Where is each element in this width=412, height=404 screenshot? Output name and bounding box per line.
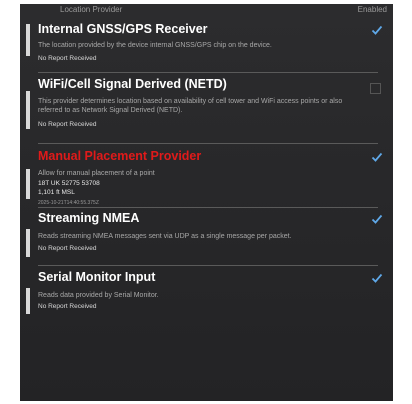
enabled-checkbox-checked-icon[interactable] xyxy=(371,151,383,163)
provider-description: Reads streaming NMEA messages sent via U… xyxy=(38,233,292,240)
provider-status: No Report Received xyxy=(38,121,97,128)
provider-bar xyxy=(26,91,30,129)
divider xyxy=(38,72,378,73)
provider-item-internal-gnss[interactable]: Internal GNSS/GPS Receiver The location … xyxy=(20,22,393,67)
enabled-checkbox-checked-icon[interactable] xyxy=(371,213,383,225)
provider-column-header: Location Provider xyxy=(60,5,123,14)
enabled-checkbox-unchecked-icon[interactable] xyxy=(370,83,381,94)
manual-timestamp: 2025-10-21T14:40:55.375Z xyxy=(38,200,99,206)
enabled-checkbox-checked-icon[interactable] xyxy=(371,24,383,36)
enabled-column-header: Enabled xyxy=(357,5,387,14)
divider xyxy=(38,143,378,144)
provider-title: Internal GNSS/GPS Receiver xyxy=(38,22,208,36)
provider-status: No Report Received xyxy=(38,245,97,252)
provider-bar xyxy=(26,288,30,314)
provider-status: No Report Received xyxy=(38,55,97,62)
provider-title: WiFi/Cell Signal Derived (NETD) xyxy=(38,77,227,91)
provider-title: Manual Placement Provider xyxy=(38,149,202,163)
provider-status: No Report Received xyxy=(38,303,97,310)
manual-altitude: 1,101 ft MSL xyxy=(38,189,75,196)
provider-bar xyxy=(26,229,30,257)
list-header: Location Provider Enabled xyxy=(20,4,393,16)
divider xyxy=(38,207,378,208)
provider-description: The location provided by the device inte… xyxy=(38,42,272,49)
manual-coordinate: 18T UK 52775 53708 xyxy=(38,180,100,187)
enabled-checkbox-checked-icon[interactable] xyxy=(371,272,383,284)
provider-description: Reads data provided by Serial Monitor. xyxy=(38,292,159,299)
location-provider-panel: Location Provider Enabled Internal GNSS/… xyxy=(20,4,393,401)
provider-title: Serial Monitor Input xyxy=(38,270,156,284)
provider-item-manual[interactable]: Manual Placement Provider Allow for manu… xyxy=(20,149,393,209)
divider xyxy=(38,265,378,266)
provider-item-serial-monitor[interactable]: Serial Monitor Input Reads data provided… xyxy=(20,270,393,320)
provider-bar xyxy=(26,169,30,199)
provider-bar xyxy=(26,24,30,56)
provider-description: This provider determines location based … xyxy=(38,98,343,114)
provider-description: Allow for manual placement of a point xyxy=(38,170,155,177)
provider-item-netd[interactable]: WiFi/Cell Signal Derived (NETD) This pro… xyxy=(20,77,393,137)
provider-item-streaming-nmea[interactable]: Streaming NMEA Reads streaming NMEA mess… xyxy=(20,211,393,261)
provider-title: Streaming NMEA xyxy=(38,211,140,225)
